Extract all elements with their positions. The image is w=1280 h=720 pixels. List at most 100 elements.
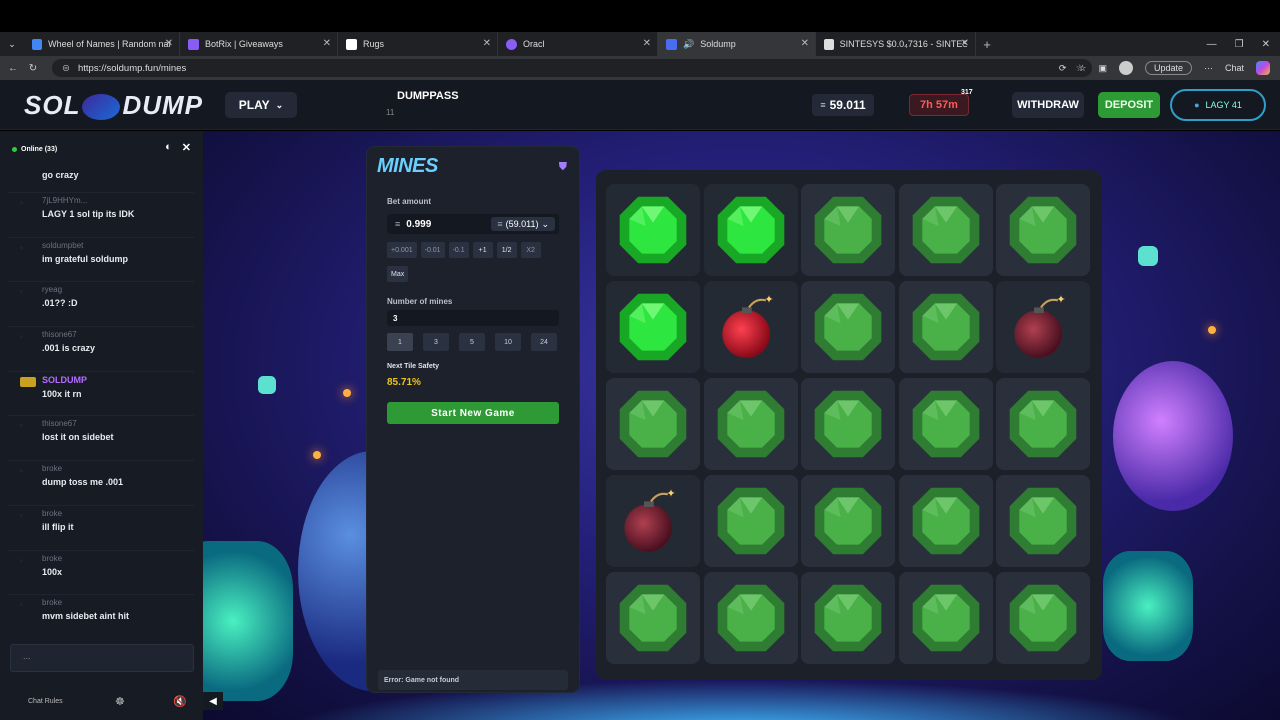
bet-chip[interactable]: -0.1: [448, 242, 469, 258]
bet-chip[interactable]: 1/2: [496, 242, 517, 258]
favorites-icon[interactable]: ☆: [1078, 63, 1086, 74]
chat-rules-link[interactable]: Chat Rules: [28, 698, 63, 705]
profile-button[interactable]: ● LAGY 41: [1170, 89, 1266, 121]
back-icon[interactable]: ←: [6, 63, 20, 74]
tab-sintesys[interactable]: SINTESYS $0.0₄7316 - SINTESYS / ✕: [816, 32, 976, 56]
mines-preset-1[interactable]: 1: [387, 333, 413, 351]
mines-count-input[interactable]: 3: [387, 310, 559, 326]
tab-oracl[interactable]: Oracl ✕: [498, 32, 658, 56]
bet-chip[interactable]: +0.001: [387, 242, 417, 258]
emoji-icon[interactable]: ☸: [115, 695, 125, 708]
site-info-icon[interactable]: ⊜: [62, 63, 70, 74]
bet-chip[interactable]: X2: [520, 242, 541, 258]
close-icon[interactable]: ✕: [165, 38, 173, 49]
spark: [313, 451, 321, 459]
mine-tile[interactable]: [996, 475, 1090, 567]
mine-tile[interactable]: [703, 572, 798, 664]
max-bet-wrap: Max: [387, 266, 409, 282]
mine-tile[interactable]: [801, 378, 895, 470]
deposit-button[interactable]: DEPOSIT: [1098, 92, 1160, 118]
mine-tile[interactable]: ✦: [996, 281, 1090, 373]
close-icon[interactable]: ✕: [323, 38, 331, 49]
mine-tile[interactable]: [703, 184, 798, 276]
collapse-chat-button[interactable]: ◀: [203, 692, 223, 710]
mines-preset-5[interactable]: 5: [459, 333, 485, 351]
tab-menu-icon[interactable]: ⌄: [0, 39, 24, 50]
bet-amount-input[interactable]: ≡ 0.999 ≡ (59.011) ⌄: [387, 214, 559, 234]
close-icon[interactable]: ✕: [643, 38, 651, 49]
new-tab-button[interactable]: +: [976, 37, 998, 52]
tab-botrix[interactable]: BotRix | Giveaways ✕: [180, 32, 338, 56]
mine-tile[interactable]: ✦: [703, 281, 798, 373]
reload-icon[interactable]: ↻: [26, 63, 40, 74]
gem-icon: [1006, 387, 1080, 461]
mine-tile[interactable]: [801, 184, 895, 276]
chevron-left-icon: ◀: [209, 695, 217, 707]
mine-tile[interactable]: [996, 378, 1090, 470]
countdown-timer[interactable]: 7h 57m: [909, 94, 969, 116]
profile-avatar[interactable]: [1118, 61, 1133, 75]
chat-input[interactable]: ...: [10, 644, 194, 672]
mines-preset-10[interactable]: 10: [495, 333, 521, 351]
copilot-icon[interactable]: [1256, 61, 1270, 75]
mine-tile[interactable]: ✦: [606, 475, 700, 567]
close-icon[interactable]: ✕: [961, 38, 969, 49]
chat-button[interactable]: Chat: [1225, 63, 1244, 73]
tab-wheel-of-names[interactable]: Wheel of Names | Random name ✕: [24, 32, 180, 56]
mine-tile[interactable]: [801, 281, 895, 373]
chat-sidebar: Online (33) ◐ ✕ go crazy ◦ 7jL9HHYm... L…: [0, 131, 203, 720]
mine-tile[interactable]: [996, 184, 1090, 276]
mute-icon[interactable]: 🔇: [173, 695, 187, 708]
more-icon[interactable]: ···: [1204, 63, 1213, 73]
tab-soldump[interactable]: 🔊 Soldump ✕: [658, 32, 816, 56]
withdraw-button[interactable]: WITHDRAW: [1012, 92, 1084, 118]
mine-tile[interactable]: [898, 184, 993, 276]
update-button[interactable]: Update: [1144, 61, 1192, 75]
mine-tile[interactable]: [801, 572, 895, 664]
timer-badge: 317: [961, 89, 973, 96]
close-icon[interactable]: ✕: [483, 38, 491, 49]
restore-icon[interactable]: ❐: [1235, 39, 1244, 50]
mine-tile[interactable]: [898, 572, 993, 664]
screen-top-bar: [0, 0, 1280, 32]
bet-chip[interactable]: -0.01: [420, 242, 445, 258]
mine-tile[interactable]: [606, 281, 700, 373]
url-field[interactable]: ⊜ https://soldump.fun/mines ☆: [52, 59, 1092, 77]
mine-tile[interactable]: [801, 475, 895, 567]
wallet-balance[interactable]: ≡ 59.011: [812, 94, 874, 116]
mines-preset-3[interactable]: 3: [423, 333, 449, 351]
speaker-icon[interactable]: 🔊: [683, 39, 694, 50]
svg-text:✦: ✦: [666, 488, 675, 500]
close-window-icon[interactable]: ✕: [1262, 39, 1270, 50]
x-twitter-icon[interactable]: ✕: [182, 141, 191, 154]
collections-icon[interactable]: ▣: [1098, 63, 1107, 74]
start-new-game-button[interactable]: Start New Game: [387, 402, 559, 424]
sintesys-icon: [824, 38, 834, 50]
chat-message: go crazy: [8, 167, 194, 193]
mine-tile[interactable]: [898, 475, 993, 567]
tab-rugs[interactable]: Rugs ✕: [338, 32, 498, 56]
mine-tile[interactable]: [996, 572, 1090, 664]
globe-icon: [32, 38, 43, 50]
mine-tile[interactable]: [606, 572, 700, 664]
provably-fair-shield-icon[interactable]: ⛊: [559, 161, 567, 174]
close-icon[interactable]: ✕: [801, 38, 809, 49]
dumppass-label[interactable]: DUMPPASS: [397, 90, 459, 102]
gem-icon: [909, 387, 983, 461]
chat-message-list[interactable]: go crazy ◦ 7jL9HHYm... LAGY 1 sol tip it…: [8, 167, 194, 637]
mine-tile[interactable]: [606, 378, 700, 470]
bet-chip[interactable]: +1: [472, 242, 493, 258]
minimize-icon[interactable]: —: [1207, 39, 1217, 50]
mine-tile[interactable]: [703, 475, 798, 567]
mine-tile[interactable]: [898, 281, 993, 373]
mines-preset-24[interactable]: 24: [531, 333, 557, 351]
extensions-icon[interactable]: ⟳: [1059, 63, 1067, 74]
play-menu-button[interactable]: PLAY ⌄: [225, 92, 297, 118]
mine-tile[interactable]: [898, 378, 993, 470]
mine-tile[interactable]: [606, 184, 700, 276]
discord-icon[interactable]: ◐: [165, 141, 172, 154]
max-bet-button[interactable]: Max: [387, 266, 409, 282]
soldump-logo[interactable]: SOL DUMP: [24, 90, 203, 121]
balance-dropdown[interactable]: ≡ (59.011) ⌄: [491, 217, 555, 231]
mine-tile[interactable]: [703, 378, 798, 470]
